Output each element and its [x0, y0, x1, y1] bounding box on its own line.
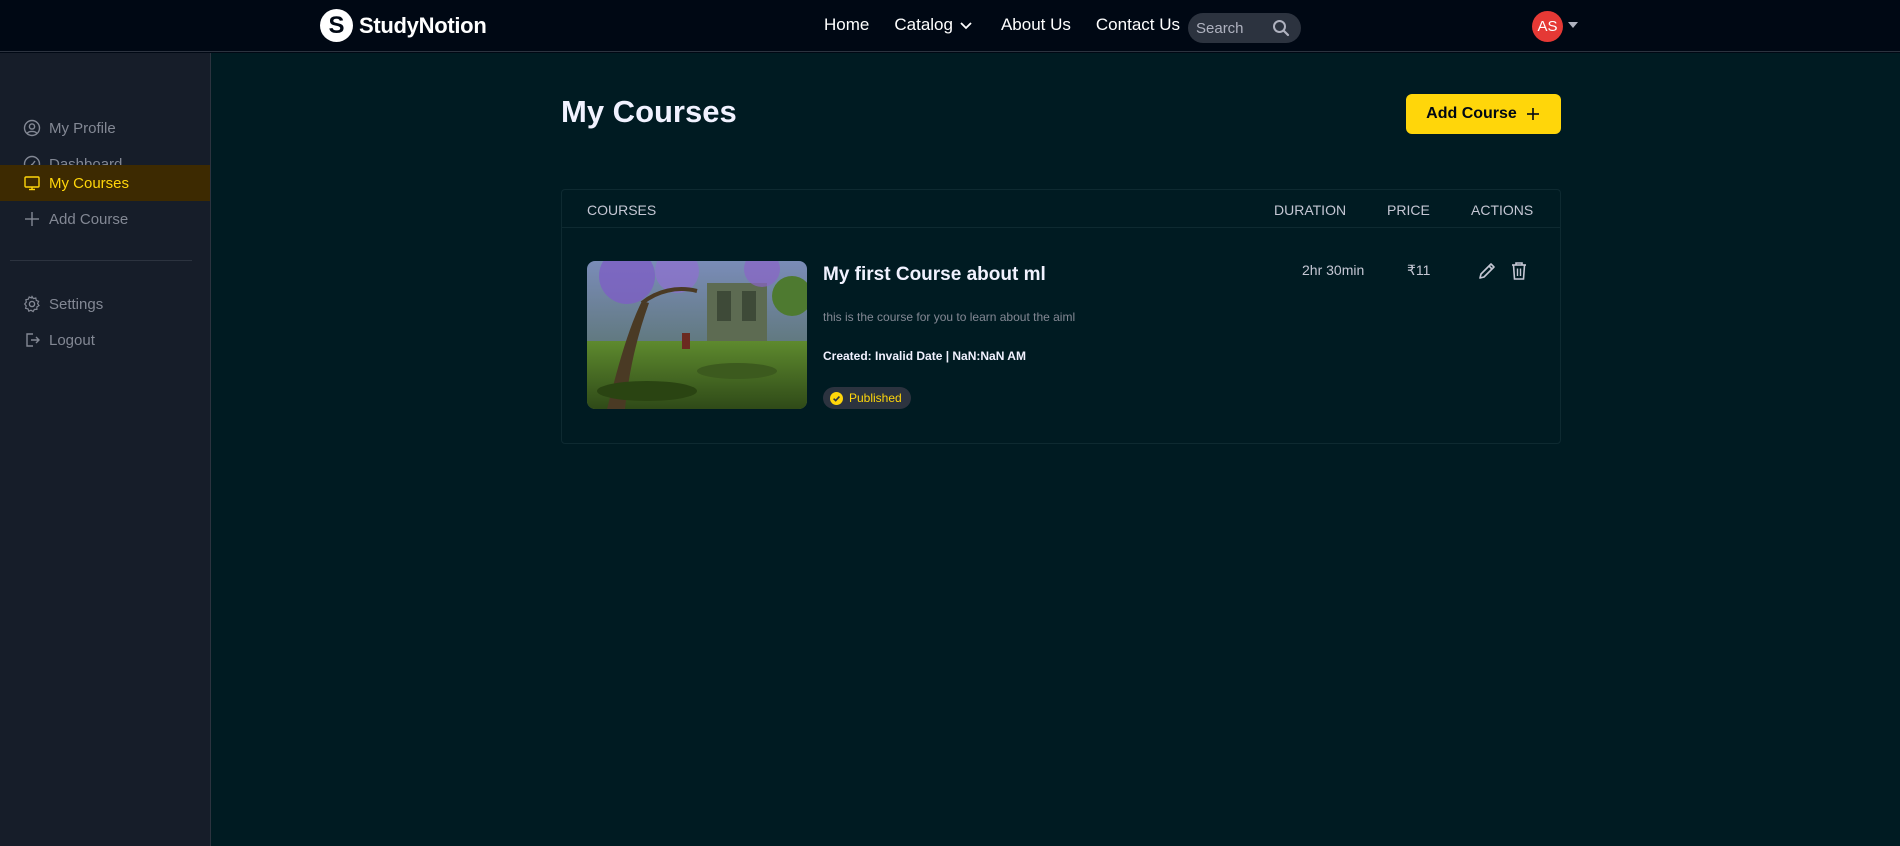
column-header-courses: COURSES: [587, 202, 657, 218]
sidebar-item-label: Settings: [49, 295, 104, 313]
studynotion-logo[interactable]: S StudyNotion: [320, 9, 487, 42]
chevron-down-icon: [960, 22, 972, 30]
sidebar-item-label: My Courses: [49, 174, 130, 192]
gear-icon: [23, 295, 41, 313]
brand-name: StudyNotion: [359, 12, 487, 38]
avatar[interactable]: AS: [1532, 11, 1563, 42]
sidebar-item-settings[interactable]: Settings: [0, 286, 210, 322]
nav-links: Home Catalog About Us Contact Us: [824, 14, 1205, 36]
sidebar-item-add-course[interactable]: Add Course: [0, 201, 210, 237]
logout-icon: [23, 331, 41, 349]
sidebar-item-my-profile[interactable]: My Profile: [0, 110, 210, 146]
search-icon[interactable]: [1272, 19, 1290, 37]
course-title[interactable]: My first Course about ml: [823, 264, 1046, 286]
course-thumbnail[interactable]: [587, 261, 807, 409]
search-input[interactable]: [1196, 19, 1268, 37]
plus-icon: [23, 210, 41, 228]
courses-table: COURSES DURATION PRICE ACTIONS My first …: [561, 189, 1561, 444]
nav-catalog-label: Catalog: [894, 15, 953, 34]
monitor-icon: [23, 174, 41, 192]
sidebar-divider: [10, 260, 192, 261]
sidebar-item-label: Logout: [49, 331, 95, 349]
course-created-date: Created: Invalid Date | NaN:NaN AM: [823, 349, 1026, 363]
status-badge: Published: [823, 387, 911, 409]
sidebar-item-label: Add Course: [49, 210, 129, 228]
top-navbar: S StudyNotion Home Catalog About Us Cont…: [0, 0, 1900, 52]
column-header-actions: ACTIONS: [1471, 202, 1534, 218]
nav-catalog-dropdown[interactable]: Catalog: [894, 15, 973, 35]
user-circle-icon: [23, 119, 41, 137]
caret-down-icon[interactable]: [1567, 20, 1579, 30]
page-title: My Courses: [561, 94, 737, 129]
edit-icon[interactable]: [1476, 260, 1498, 282]
sidebar-item-my-courses[interactable]: My Courses: [0, 165, 210, 201]
check-circle-icon: [830, 391, 843, 405]
nav-about-link[interactable]: About Us: [1001, 15, 1071, 35]
logo-mark: S: [320, 9, 353, 42]
trash-icon[interactable]: [1508, 260, 1530, 282]
course-price: ₹11: [1407, 262, 1431, 278]
table-header: COURSES DURATION PRICE ACTIONS: [562, 190, 1560, 228]
course-description: this is the course for you to learn abou…: [823, 310, 1076, 324]
plus-icon: [1526, 108, 1539, 120]
add-course-button[interactable]: Add Course: [1406, 94, 1561, 134]
search-box: [1188, 13, 1301, 43]
course-duration: 2hr 30min: [1302, 262, 1365, 278]
sidebar-item-logout[interactable]: Logout: [0, 322, 210, 358]
sidebar: My Profile Dashboard My Courses Add Cour…: [0, 53, 211, 846]
status-badge-label: Published: [849, 391, 902, 405]
add-course-button-label: Add Course: [1426, 105, 1517, 122]
nav-contact-link[interactable]: Contact Us: [1096, 15, 1180, 35]
column-header-duration: DURATION: [1274, 202, 1347, 218]
column-header-price: PRICE: [1387, 202, 1430, 218]
main-content: My Courses Add Course COURSES DURATION P…: [211, 53, 1900, 846]
nav-home-link[interactable]: Home: [824, 15, 869, 35]
sidebar-item-label: My Profile: [49, 119, 116, 137]
